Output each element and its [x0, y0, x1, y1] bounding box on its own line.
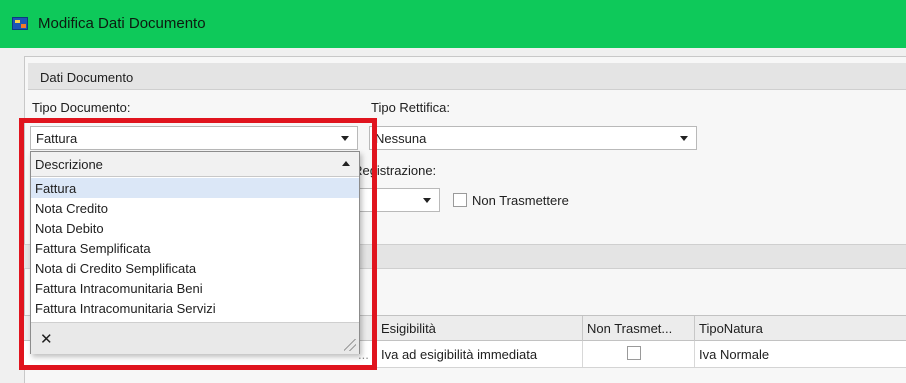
group-caption-label: Dati Documento	[40, 70, 134, 85]
window-title: Modifica Dati Documento	[38, 15, 206, 32]
tipo-documento-label: Tipo Documento:	[32, 100, 131, 115]
cell-non-trasmettere[interactable]	[582, 341, 694, 367]
column-tipo-natura[interactable]: TipoNatura	[694, 316, 906, 341]
non-trasmettere-checkbox[interactable]	[453, 193, 467, 207]
cell-esigibilita[interactable]: Iva ad esigibilità immediata	[376, 341, 582, 367]
column-esigibilita[interactable]: Esigibilità	[376, 316, 582, 341]
column-non-trasmettere[interactable]: Non Trasmet...	[582, 316, 694, 341]
group-dati-documento: Dati Documento	[28, 63, 906, 90]
chevron-down-icon[interactable]	[680, 136, 688, 141]
tipo-rettifica-label: Tipo Rettifica:	[371, 100, 450, 115]
highlight-frame	[19, 118, 377, 370]
cell-tipo-natura[interactable]: Iva Normale	[694, 341, 906, 367]
chevron-down-icon[interactable]	[423, 198, 431, 203]
tipo-rettifica-value: Nessuna	[375, 131, 427, 146]
title-bar: Modifica Dati Documento	[0, 0, 906, 48]
non-trasmettere-label: Non Trasmettere	[472, 193, 569, 208]
tipo-rettifica-combobox[interactable]: Nessuna	[369, 126, 697, 150]
row-non-trasmettere-checkbox[interactable]	[627, 346, 641, 360]
app-icon	[12, 17, 28, 30]
